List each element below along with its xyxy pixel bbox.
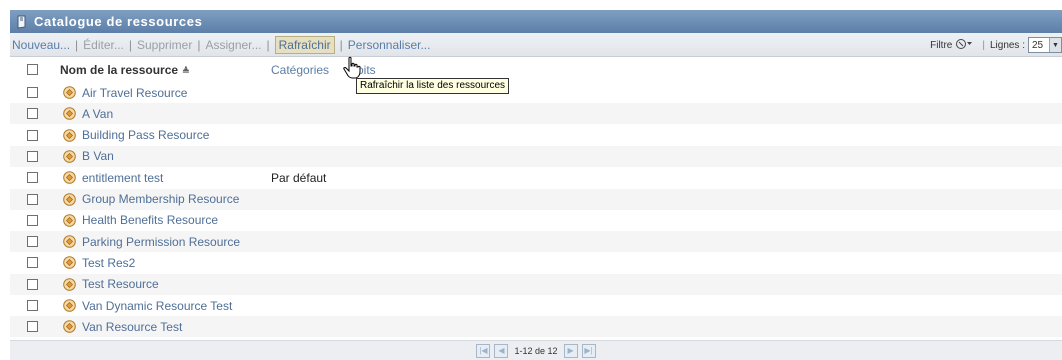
first-page-icon[interactable]: |◀ [476, 343, 491, 358]
resource-name-link[interactable]: entitlement test [82, 171, 163, 185]
resource-icon [63, 299, 76, 312]
resource-icon [63, 320, 76, 334]
resource-icon [63, 277, 76, 291]
row-checkbox[interactable] [27, 108, 38, 120]
table-header: Nom de la ressource ≜ Catégories oits [10, 57, 1062, 82]
table-row[interactable]: Van Dynamic Resource Test [10, 295, 1062, 316]
resource-name-link[interactable]: A Van [82, 107, 113, 121]
prev-page-icon[interactable]: ◀ [494, 343, 509, 358]
resource-name-link[interactable]: Group Membership Resource [82, 192, 239, 206]
row-checkbox[interactable] [27, 321, 38, 333]
rows-per-page-select[interactable]: 25 ▼ [1028, 37, 1062, 53]
sort-asc-icon: ≜ [182, 65, 190, 76]
rows-per-page-value: 25 [1032, 39, 1044, 51]
row-checkbox[interactable] [27, 214, 38, 226]
table-row[interactable]: Parking Permission Resource [10, 231, 1062, 253]
row-checkbox[interactable] [27, 278, 38, 290]
resource-icon [63, 150, 76, 163]
rows-label: Lignes : [989, 39, 1025, 51]
resource-icon [63, 86, 76, 99]
table-row[interactable]: Group Membership Resource [10, 188, 1062, 210]
filter-label: Filtre [930, 39, 953, 51]
window-title-bar: Catalogue de ressources [10, 10, 1062, 33]
refresh-button[interactable]: Rafraîchir [274, 35, 335, 54]
resource-name-link[interactable]: Health Benefits Resource [82, 213, 218, 227]
resource-name-link[interactable]: B Van [82, 149, 114, 163]
toolbar-separator: | [128, 37, 132, 52]
column-header-name[interactable]: Nom de la ressource ≜ [60, 63, 190, 77]
resource-icon [63, 192, 76, 206]
customize-button[interactable]: Personnaliser... [348, 38, 431, 52]
hand-cursor-icon [341, 56, 363, 80]
window-title: Catalogue de ressources [34, 14, 203, 29]
table-row[interactable]: A Van [10, 103, 1062, 125]
edit-button[interactable]: Éditer... [83, 38, 124, 52]
table-row[interactable]: entitlement test Par défaut [10, 167, 1062, 188]
toolbar-right-controls: Filtre | Lignes : 25 ▼ [930, 33, 1062, 57]
row-checkbox[interactable] [27, 87, 38, 98]
resource-name-link[interactable]: Test Res2 [82, 256, 135, 270]
resource-icon [63, 171, 76, 184]
table-row[interactable]: Test Resource [10, 273, 1062, 295]
chevron-down-icon[interactable]: ▼ [1049, 38, 1061, 52]
row-checkbox[interactable] [27, 129, 38, 141]
toolbar-separator: | [339, 37, 343, 52]
table-row[interactable]: Air Travel Resource [10, 82, 1062, 103]
resource-icon [63, 213, 76, 227]
resource-name-link[interactable]: Building Pass Resource [82, 128, 209, 142]
table-row[interactable]: Building Pass Resource [10, 125, 1062, 146]
pagination-bar: |◀ ◀ 1-12 de 12 ▶ ▶| [10, 340, 1062, 360]
table-row[interactable]: Health Benefits Resource [10, 210, 1062, 231]
row-checkbox[interactable] [27, 300, 38, 311]
row-checkbox[interactable] [27, 236, 38, 248]
resource-name-link[interactable]: Van Dynamic Resource Test [82, 299, 232, 313]
delete-button[interactable]: Supprimer [137, 38, 192, 52]
new-button[interactable]: Nouveau... [12, 38, 70, 52]
resource-icon [63, 256, 76, 270]
next-page-icon[interactable]: ▶ [563, 343, 578, 358]
table-row[interactable]: Van Resource Test [10, 316, 1062, 338]
resource-name-link[interactable]: Test Resource [82, 277, 159, 291]
filter-icon[interactable] [955, 38, 973, 53]
row-checkbox[interactable] [27, 172, 38, 184]
toolbar-separator: | [75, 37, 79, 52]
column-header-categories[interactable]: Catégories [271, 63, 329, 77]
table-row[interactable]: B Van [10, 145, 1062, 167]
row-checkbox[interactable] [27, 150, 38, 162]
toolbar-separator: | [266, 37, 270, 52]
row-checkbox[interactable] [27, 257, 38, 269]
last-page-icon[interactable]: ▶| [581, 343, 596, 358]
assign-button[interactable]: Assigner... [205, 38, 261, 52]
toolbar-separator: | [982, 39, 985, 51]
resource-category: Par défaut [271, 170, 327, 185]
table-row[interactable]: Test Res2 [10, 252, 1062, 273]
resource-icon [63, 235, 76, 248]
toolbar: Nouveau... | Éditer... | Supprimer | Ass… [10, 33, 1062, 57]
pagination-text: 1-12 de 12 [514, 345, 558, 356]
select-all-checkbox[interactable] [27, 64, 38, 75]
resource-name-link[interactable]: Van Resource Test [82, 320, 182, 334]
row-checkbox[interactable] [27, 193, 38, 205]
toolbar-separator: | [197, 37, 201, 52]
resource-name-link[interactable]: Parking Permission Resource [82, 235, 240, 249]
resource-icon [63, 107, 76, 121]
resource-name-link[interactable]: Air Travel Resource [82, 86, 187, 100]
catalog-icon [16, 15, 28, 29]
refresh-tooltip: Rafraîchir la liste des ressources [356, 78, 510, 94]
resource-icon [63, 128, 76, 142]
